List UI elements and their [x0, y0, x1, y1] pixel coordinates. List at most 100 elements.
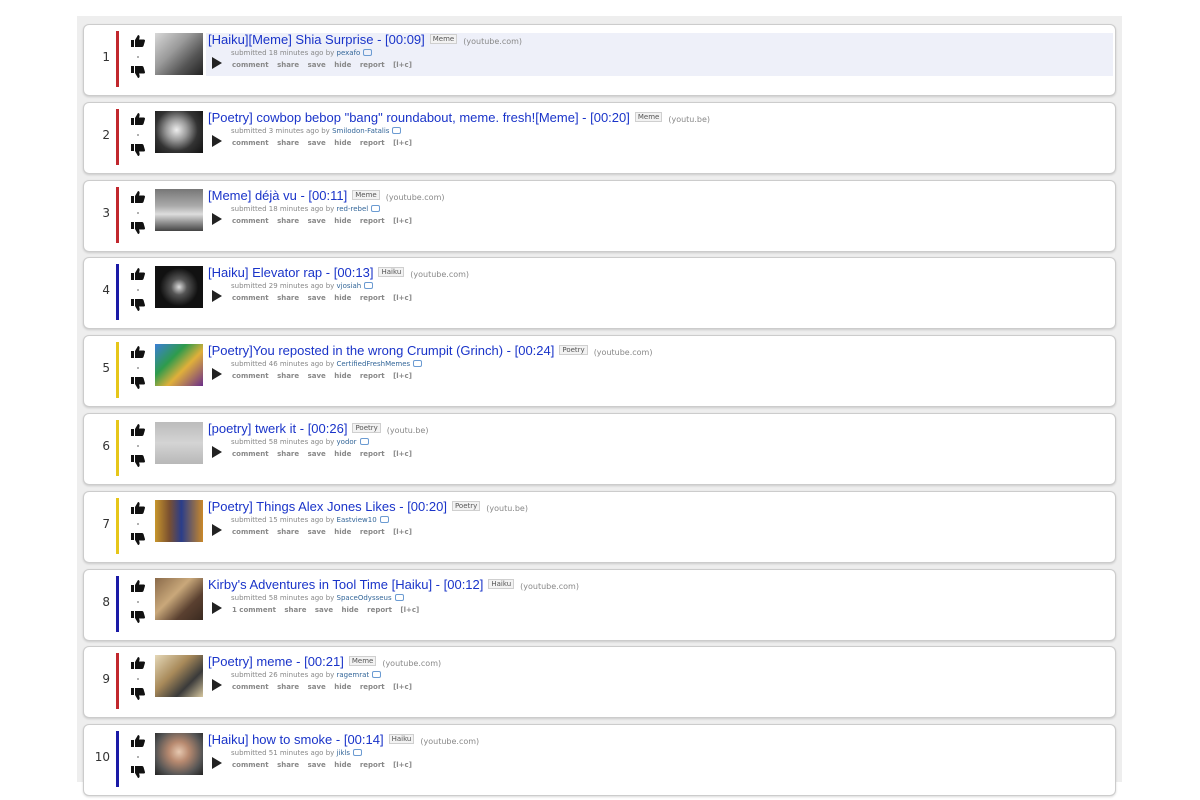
save-button[interactable]: save — [308, 139, 326, 147]
post-author[interactable]: vjosiah — [337, 282, 362, 290]
share-button[interactable]: share — [277, 761, 299, 769]
video-thumbnail[interactable] — [155, 110, 203, 153]
save-button[interactable]: save — [308, 217, 326, 225]
play-icon[interactable] — [212, 679, 222, 692]
post-domain[interactable]: (youtu.be) — [387, 426, 429, 435]
report-button[interactable]: report — [360, 61, 385, 69]
message-icon[interactable] — [394, 593, 404, 601]
message-icon[interactable] — [363, 49, 373, 56]
hide-button[interactable]: hide — [342, 606, 359, 614]
report-button[interactable]: report — [360, 372, 385, 380]
play-icon[interactable] — [212, 134, 222, 147]
post-title-link[interactable]: [Haiku][Meme] Shia Surprise - [00:09] — [208, 32, 425, 47]
save-button[interactable]: save — [308, 683, 326, 691]
thumbs-down-icon[interactable] — [130, 376, 146, 390]
video-thumbnail[interactable] — [155, 733, 203, 776]
post-title-link[interactable]: [Poetry]You reposted in the wrong Crumpi… — [208, 343, 554, 358]
expand-button[interactable]: [l+c] — [393, 450, 412, 458]
report-button[interactable]: report — [360, 217, 385, 225]
video-thumbnail[interactable] — [155, 33, 203, 75]
share-button[interactable]: share — [284, 606, 306, 614]
save-button[interactable]: save — [308, 294, 326, 302]
share-button[interactable]: share — [277, 372, 299, 380]
thumbs-up-icon[interactable] — [130, 345, 146, 359]
post-domain[interactable]: (youtu.be) — [668, 115, 710, 124]
expand-button[interactable]: [l+c] — [393, 761, 412, 769]
message-icon[interactable] — [372, 671, 382, 679]
report-button[interactable]: report — [360, 528, 385, 536]
save-button[interactable]: save — [308, 372, 326, 380]
video-thumbnail[interactable] — [155, 421, 203, 464]
post-author[interactable]: Smilodon-Fatalis — [332, 127, 389, 135]
thumbs-down-icon[interactable] — [130, 298, 146, 312]
report-button[interactable]: report — [360, 450, 385, 458]
post-title-link[interactable]: Kirby's Adventures in Tool Time [Haiku] … — [208, 577, 483, 592]
post-author[interactable]: SpaceOdysseus — [337, 594, 392, 602]
post-title-link[interactable]: [poetry] twerk it - [00:26] — [208, 421, 347, 436]
comment-button[interactable]: comment — [232, 528, 269, 536]
share-button[interactable]: share — [277, 139, 299, 147]
thumbs-up-icon[interactable] — [130, 267, 146, 281]
thumbs-down-icon[interactable] — [130, 687, 146, 701]
share-button[interactable]: share — [277, 294, 299, 302]
thumbs-down-icon[interactable] — [130, 454, 146, 468]
post-author[interactable]: CertifiedFreshMemes — [337, 360, 411, 368]
post-domain[interactable]: (youtube.com) — [520, 582, 579, 591]
share-button[interactable]: share — [277, 61, 299, 69]
play-icon[interactable] — [212, 523, 222, 536]
save-button[interactable]: save — [308, 761, 326, 769]
hide-button[interactable]: hide — [334, 528, 351, 536]
share-button[interactable]: share — [277, 528, 299, 536]
save-button[interactable]: save — [315, 606, 333, 614]
post-domain[interactable]: (youtube.com) — [410, 270, 469, 279]
thumbs-down-icon[interactable] — [130, 765, 146, 779]
video-thumbnail[interactable] — [155, 188, 203, 231]
comment-button[interactable]: 1 comment — [232, 606, 276, 614]
video-thumbnail[interactable] — [155, 577, 203, 620]
report-button[interactable]: report — [360, 683, 385, 691]
post-author[interactable]: red-rebel — [337, 205, 369, 213]
post-title-link[interactable]: [Haiku] Elevator rap - [00:13] — [208, 265, 373, 280]
hide-button[interactable]: hide — [334, 139, 351, 147]
comment-button[interactable]: comment — [232, 450, 269, 458]
report-button[interactable]: report — [367, 606, 392, 614]
thumbs-down-icon[interactable] — [130, 65, 146, 79]
play-icon[interactable] — [212, 57, 222, 69]
comment-button[interactable]: comment — [232, 294, 269, 302]
thumbs-down-icon[interactable] — [130, 610, 146, 624]
thumbs-up-icon[interactable] — [130, 112, 146, 126]
message-icon[interactable] — [364, 282, 374, 290]
thumbs-down-icon[interactable] — [130, 221, 146, 235]
comment-button[interactable]: comment — [232, 372, 269, 380]
post-domain[interactable]: (youtube.com) — [382, 659, 441, 668]
post-author[interactable]: jikls — [337, 749, 351, 757]
hide-button[interactable]: hide — [334, 372, 351, 380]
thumbs-up-icon[interactable] — [130, 734, 146, 748]
video-thumbnail[interactable] — [155, 499, 203, 542]
thumbs-up-icon[interactable] — [130, 34, 146, 48]
video-thumbnail[interactable] — [155, 655, 203, 698]
hide-button[interactable]: hide — [334, 761, 351, 769]
report-button[interactable]: report — [360, 761, 385, 769]
save-button[interactable]: save — [308, 450, 326, 458]
play-icon[interactable] — [212, 212, 222, 225]
comment-button[interactable]: comment — [232, 217, 269, 225]
post-title-link[interactable]: [Poetry] Things Alex Jones Likes - [00:2… — [208, 499, 447, 514]
comment-button[interactable]: comment — [232, 761, 269, 769]
save-button[interactable]: save — [308, 528, 326, 536]
hide-button[interactable]: hide — [334, 61, 351, 69]
share-button[interactable]: share — [277, 217, 299, 225]
play-icon[interactable] — [212, 757, 222, 770]
post-title-link[interactable]: [Haiku] how to smoke - [00:14] — [208, 732, 384, 747]
post-title-link[interactable]: [Meme] déjà vu - [00:11] — [208, 188, 347, 203]
video-thumbnail[interactable] — [155, 266, 203, 309]
thumbs-down-icon[interactable] — [130, 143, 146, 157]
expand-button[interactable]: [l+c] — [393, 683, 412, 691]
expand-button[interactable]: [l+c] — [393, 61, 412, 69]
post-domain[interactable]: (youtube.com) — [420, 737, 479, 746]
video-thumbnail[interactable] — [155, 344, 203, 387]
play-icon[interactable] — [212, 445, 222, 458]
post-domain[interactable]: (youtu.be) — [486, 504, 528, 513]
hide-button[interactable]: hide — [334, 683, 351, 691]
save-button[interactable]: save — [308, 61, 326, 69]
